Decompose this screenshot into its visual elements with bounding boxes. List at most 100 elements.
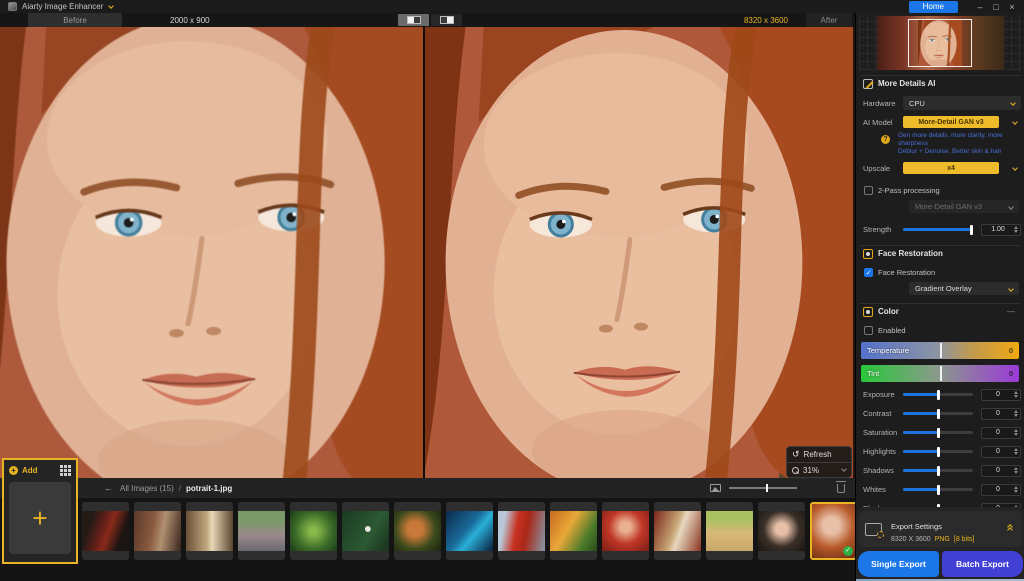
tint-slider[interactable]: Tint 0 — [861, 365, 1019, 382]
strength-value-box[interactable]: 1.00 — [981, 224, 1021, 236]
ai-model-select[interactable]: More-Detail GAN v3 — [903, 116, 1021, 128]
stepper-icon[interactable] — [1014, 391, 1018, 398]
contrast-value-box[interactable]: 0 — [981, 408, 1021, 420]
strength-slider[interactable] — [903, 228, 973, 231]
stepper-icon[interactable] — [1014, 226, 1018, 233]
two-pass-row: 2-Pass processing — [859, 184, 1021, 196]
back-arrow-icon[interactable]: ← — [104, 483, 113, 493]
contrast-value: 0 — [982, 410, 1014, 417]
chevron-down-icon — [1008, 286, 1014, 292]
thumbnail-girl-on-road[interactable] — [238, 502, 285, 560]
thumbnail-red-train-snow[interactable] — [498, 502, 545, 560]
thumbnail-image — [550, 511, 597, 551]
add-button[interactable]: Add — [22, 466, 38, 475]
grid-view-icon[interactable] — [60, 465, 71, 476]
face-restoration-mode-select[interactable]: Gradient Overlay — [909, 282, 1019, 295]
batch-export-button[interactable]: Batch Export — [942, 551, 1023, 577]
zoom-level-control[interactable]: 31% — [787, 462, 851, 477]
thumbnail-two-puppies[interactable] — [706, 502, 753, 560]
thumbnail-girl-red-flowers[interactable] — [602, 502, 649, 560]
thumbnail-palace-entry[interactable] — [186, 502, 233, 560]
saturation-slider[interactable] — [903, 431, 973, 434]
face-restoration-mode-value: Gradient Overlay — [915, 284, 972, 293]
split-view-toggle[interactable] — [431, 14, 462, 26]
shadows-value-box[interactable]: 0 — [981, 465, 1021, 477]
gallery-bottom-bar: ← All Images (15) / potrait-1.jpg — [0, 478, 855, 498]
minimize-button[interactable]: – — [972, 1, 988, 13]
thumbnail-image — [498, 511, 545, 551]
export-settings-title: Export Settings — [891, 522, 942, 531]
section-title: Color — [878, 307, 899, 316]
thumbnail-boy-portrait[interactable] — [394, 502, 441, 560]
highlights-slider[interactable] — [903, 450, 973, 453]
face-restoration-checkbox[interactable]: ✓ — [864, 268, 873, 277]
stepper-icon[interactable] — [1014, 448, 1018, 455]
whites-value-box[interactable]: 0 — [981, 484, 1021, 496]
chevron-down-icon — [1012, 119, 1018, 125]
hardware-select[interactable]: CPU — [903, 96, 1021, 110]
collapse-section-icon[interactable]: — — [1007, 307, 1015, 316]
stepper-icon[interactable] — [1014, 410, 1018, 417]
tint-marker[interactable] — [940, 366, 942, 381]
add-image-tile[interactable]: + — [9, 482, 71, 554]
stepper-icon[interactable] — [1014, 486, 1018, 493]
navigator-selection-rect[interactable] — [908, 19, 972, 67]
thumbnail-car-night[interactable] — [82, 502, 129, 560]
thumbnail-family-room[interactable] — [134, 502, 181, 560]
magnifier-icon — [792, 467, 799, 474]
exposure-value: 0 — [982, 391, 1014, 398]
refresh-button[interactable]: ↺ Refresh — [787, 447, 851, 462]
settings-panel: More Details AI Hardware CPU AI Model Mo… — [855, 13, 1024, 581]
after-image[interactable] — [425, 27, 853, 478]
gear-icon — [877, 531, 884, 538]
thumbnail-bride-portrait[interactable] — [654, 502, 701, 560]
thumbnail-blue-dragon-art[interactable] — [446, 502, 493, 560]
single-view-toggle[interactable] — [398, 14, 429, 26]
export-settings-box[interactable]: Export Settings 8320 X 3600 PNG [8 bits] — [859, 511, 1022, 547]
help-icon[interactable]: ? — [881, 135, 890, 144]
thumbnail-size-slider[interactable] — [729, 487, 797, 489]
home-button[interactable]: Home — [909, 1, 958, 13]
single-export-button[interactable]: Single Export — [858, 551, 939, 577]
navigator-preview[interactable] — [859, 16, 1021, 70]
before-image[interactable] — [0, 27, 425, 478]
whites-slider[interactable] — [903, 488, 973, 491]
strength-value: 1.00 — [982, 226, 1014, 233]
strength-label: Strength — [859, 225, 903, 234]
saturation-value-box[interactable]: 0 — [981, 427, 1021, 439]
contrast-slider[interactable] — [903, 412, 973, 415]
thumbnail-smiling-woman[interactable] — [758, 502, 805, 560]
stepper-icon[interactable] — [1014, 467, 1018, 474]
color-enabled-checkbox[interactable] — [864, 326, 873, 335]
saturation-value: 0 — [982, 429, 1014, 436]
section-more-details-ai: More Details AI — [859, 75, 1021, 91]
two-pass-checkbox[interactable] — [864, 186, 873, 195]
upscale-value: x4 — [903, 162, 999, 174]
stepper-icon[interactable] — [1014, 429, 1018, 436]
highlights-value-box[interactable]: 0 — [981, 446, 1021, 458]
breadcrumb-all-images[interactable]: All Images (15) — [120, 484, 174, 493]
temperature-marker[interactable] — [940, 343, 942, 358]
ai-model-value: More-Detail GAN v3 — [903, 116, 999, 128]
thumbnail-gnome-garden[interactable] — [550, 502, 597, 560]
after-tab[interactable]: After — [806, 13, 852, 27]
section-title: More Details AI — [878, 79, 936, 88]
thumbnail-egret-pond[interactable] — [342, 502, 389, 560]
thumbnail-image — [82, 511, 129, 551]
before-tab[interactable]: Before — [28, 13, 122, 27]
upscale-select[interactable]: x4 — [903, 162, 1021, 174]
maximize-button[interactable]: □ — [988, 1, 1004, 13]
trash-icon[interactable] — [837, 484, 845, 493]
shadows-slider[interactable] — [903, 469, 973, 472]
app-menu-chevron-icon[interactable] — [109, 3, 115, 9]
exposure-value-box[interactable]: 0 — [981, 389, 1021, 401]
thumbnail-jungle-frog[interactable] — [290, 502, 337, 560]
exposure-slider[interactable] — [903, 393, 973, 396]
temperature-slider[interactable]: Temperature 0 — [861, 342, 1019, 359]
close-button[interactable]: × — [1004, 1, 1020, 13]
ai-model-description: ? Gen more details, more clarity, more s… — [859, 132, 1021, 156]
whites-label: Whites — [859, 485, 903, 494]
export-bit-depth: [8 bits] — [954, 536, 975, 543]
expand-export-icon[interactable] — [1008, 526, 1012, 532]
thumbnail-redhead-portrait[interactable]: ✓ — [810, 502, 857, 560]
